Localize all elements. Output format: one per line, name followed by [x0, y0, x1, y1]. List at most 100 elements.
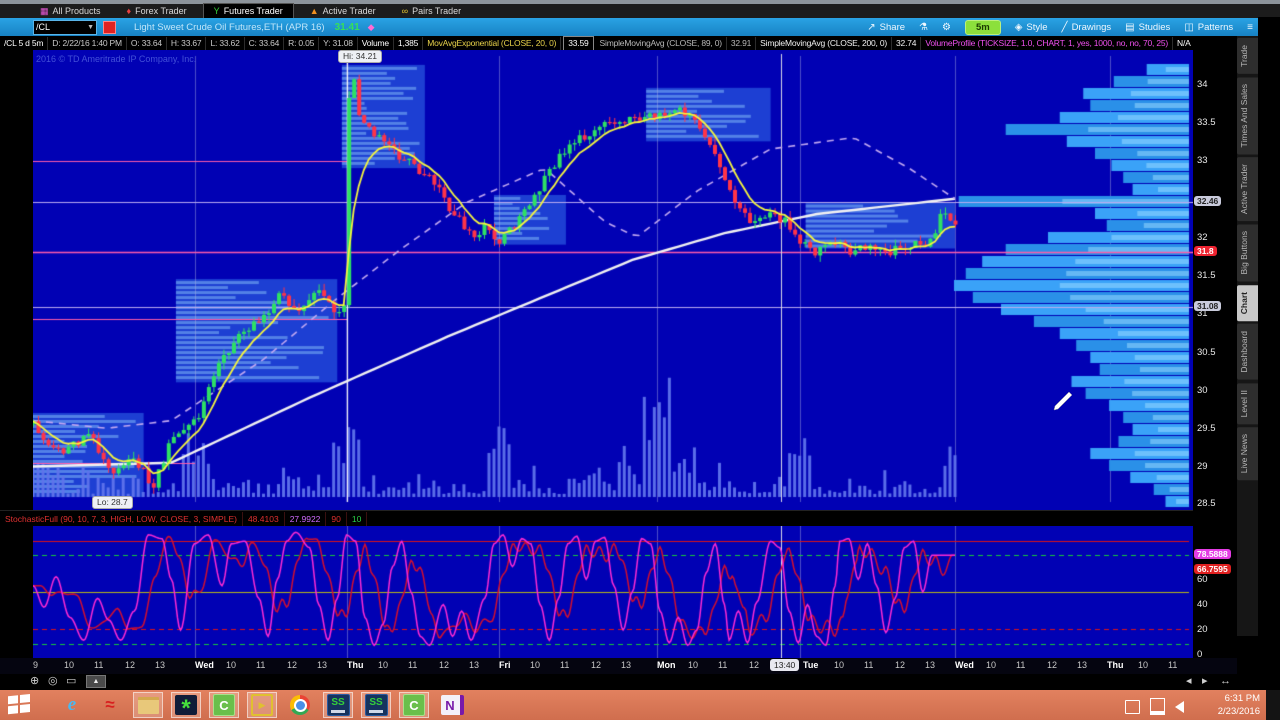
time-axis[interactable]: 9 10 11 12 13 Wed 10 11 12 13 Thu 10 11 12 13 Fri 10 11 12… [0, 658, 1237, 674]
time-label: 11 [94, 660, 104, 670]
sidebar-tab-trade[interactable]: Trade [1237, 38, 1258, 74]
photo-glyph: ▶ [251, 694, 273, 716]
collapse-panel-button[interactable]: ▲ [86, 675, 106, 688]
studies-button[interactable]: ▤ Studies [1125, 22, 1170, 33]
action-center-icon[interactable] [1125, 699, 1140, 714]
drawings-button[interactable]: ╱ Drawings [1062, 22, 1112, 33]
data-segment-9: 1,385 [394, 36, 424, 50]
thinkorswim-icon[interactable]: * [171, 692, 201, 720]
data-segment-0: /CL 5 d 5m [0, 36, 49, 50]
time-label: 13 [155, 660, 166, 670]
sidebar-tab-chart[interactable]: Chart [1237, 284, 1258, 322]
tab-pairs-trader[interactable]: ∞ Pairs Trader [392, 4, 471, 18]
settings-button[interactable]: ⚙ [942, 22, 951, 33]
chrome-center [293, 698, 307, 712]
taskbar-clock[interactable]: 6:31 PM 2/23/2016 [1218, 692, 1260, 718]
chrome-icon[interactable] [285, 692, 315, 718]
time-label: 13 [621, 660, 632, 670]
forex-icon: ♦ [126, 5, 132, 16]
camtasia-icon[interactable]: C [209, 692, 239, 718]
tab-futures-trader[interactable]: Y Futures Trader [202, 3, 294, 19]
price-axis[interactable]: 34 33.5 33 32 31.5 31 30.5 30 29.5 29 28.5 32.46 31.… [1193, 36, 1237, 674]
studies-button-label: Studies [1138, 21, 1171, 33]
ie-glyph: e [67, 694, 77, 715]
stoch-axis-bubble: 66.7595 [1194, 564, 1231, 574]
auto-scroll-icon[interactable]: ↔ [1220, 675, 1231, 688]
tab-forex-trader[interactable]: ♦ Forex Trader [117, 4, 197, 18]
drawings-button-glyph: ╱ [1061, 21, 1068, 33]
zoom-tool-icon[interactable]: ◎ [48, 675, 58, 688]
network-icon[interactable] [1150, 698, 1165, 715]
clock-time: 6:31 PM [1224, 693, 1260, 704]
time-label: 9 [33, 660, 39, 670]
symbol-value: /CL [36, 22, 51, 32]
volume-icon[interactable] [1175, 700, 1184, 713]
wave-app-icon[interactable]: ≈ [95, 692, 125, 718]
style-button[interactable]: ◈ Style [1015, 22, 1048, 33]
data-segment-13: 32.91 [727, 36, 757, 50]
patterns-button[interactable]: ◫ Patterns [1184, 22, 1233, 33]
data-segment-6: R: 0.05 [284, 36, 320, 50]
tab-active-trader[interactable]: ▲ Active Trader [300, 4, 386, 18]
sidebar-tab-dashboard[interactable]: Dashboard [1237, 324, 1258, 380]
time-label: 10 [64, 660, 75, 670]
ie-icon[interactable]: e [57, 692, 87, 718]
price-chart-canvas[interactable] [33, 50, 1193, 510]
tab-label: Futures Trader [223, 6, 283, 16]
folder-icon[interactable] [133, 692, 163, 718]
stoch-axis-bubble: 78.5888 [1194, 549, 1231, 559]
ss-app-icon[interactable]: SS [323, 692, 353, 718]
tab-all-products[interactable]: ▦ All Products [30, 4, 111, 18]
time-label: 11 [1168, 660, 1178, 670]
scroll-left-icon[interactable]: ◂ [1186, 675, 1192, 688]
tos-glyph: * [175, 695, 197, 720]
chart-bottom-controls: ⊕ ◎ ▭ ▲ ◂ ▸ ↔ [0, 674, 1280, 690]
timeframe-button[interactable]: 5m [964, 19, 1001, 35]
show-desktop-strip[interactable] [1266, 690, 1280, 720]
selection-tool-icon[interactable]: ▭ [66, 675, 76, 688]
share-button[interactable]: ↗ Share [867, 22, 905, 33]
data-segment-1: D: 2/22/16 1:40 PM [48, 36, 127, 50]
sidebar-tab-level-ii[interactable]: Level II [1237, 382, 1258, 425]
stochastic-canvas[interactable] [33, 526, 1193, 658]
time-label: 13 [925, 660, 936, 670]
ss-bar [331, 709, 345, 713]
price-change: 31.41 [334, 21, 360, 33]
time-label: 12 [125, 660, 136, 670]
data-segment-16: VolumeProfile (TICKSIZE, 1.0, CHART, 1, … [921, 36, 1174, 50]
menu-button-glyph: ≡ [1247, 21, 1253, 33]
symbol-input[interactable]: /CL ▼ [33, 19, 97, 35]
ss-app-icon-2[interactable]: SS [361, 692, 391, 718]
time-label: 12 [749, 660, 760, 670]
toolbar-right-group: ↗ Share ⚗ ⚙ 5m ◈ Style ╱ Drawings ▤ Studies ◫ Patter… [867, 19, 1253, 35]
alert-badge[interactable] [103, 20, 116, 34]
sidebar-tab-active-trader[interactable]: Active Trader [1237, 157, 1258, 222]
scroll-right-icon[interactable]: ▸ [1202, 675, 1208, 688]
product-tab-bar: ▦ All Products ♦ Forex Trader Y Futures Trade… [0, 3, 1280, 19]
active-trader-icon: ▲ [309, 5, 319, 16]
system-tray [1125, 698, 1184, 715]
time-label: 12 [287, 660, 298, 670]
start-button[interactable] [8, 693, 32, 717]
sidebar-tab-big-buttons[interactable]: Big Buttons [1237, 224, 1258, 282]
onenote-icon[interactable]: N [437, 692, 467, 718]
price-axis-label: 32 [1197, 232, 1208, 243]
sidebar-tab-live-news[interactable]: Live News [1237, 427, 1258, 481]
settings-button-glyph: ⚙ [942, 21, 951, 33]
crosshair-tool-icon[interactable]: ⊕ [30, 675, 39, 688]
photo-app-icon[interactable]: ▶ [247, 692, 277, 718]
chevron-down-icon[interactable]: ▼ [87, 24, 94, 31]
sidebar-tab-times-and-sales[interactable]: Times And Sales [1237, 76, 1258, 155]
ss-letters: SS [369, 696, 383, 708]
price-axis-bubble: 32.46 [1194, 196, 1222, 206]
data-segment-15: 32.74 [892, 36, 922, 50]
ondemand-button[interactable]: ⚗ [919, 22, 928, 33]
camtasia-icon-2[interactable]: C [399, 692, 429, 718]
pairs-icon: ∞ [401, 5, 409, 16]
data-segment-2: O: 33.64 [127, 36, 167, 50]
time-label: 12 [439, 660, 450, 670]
time-label: 11 [718, 660, 728, 670]
data-segment-10: MovAvgExponential (CLOSE, 20, 0) [423, 36, 562, 50]
stoch-axis-label: 20 [1197, 624, 1208, 635]
menu-button[interactable]: ≡ [1247, 22, 1253, 33]
